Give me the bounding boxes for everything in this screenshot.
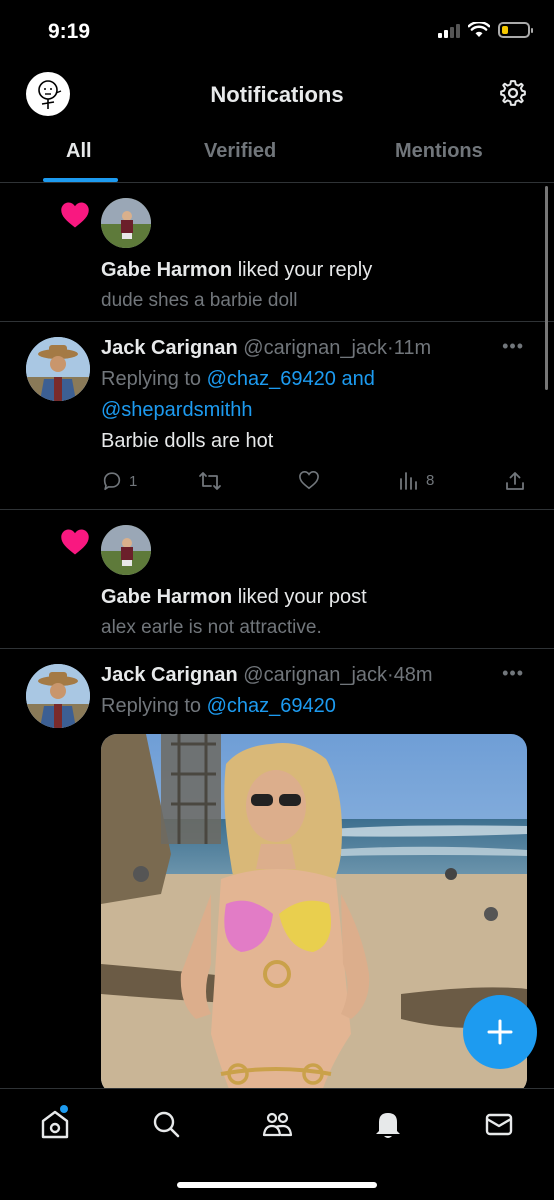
status-icons — [438, 22, 533, 38]
like-outline-icon — [299, 470, 319, 490]
view-count: 8 — [426, 471, 435, 489]
tweet-body: Barbie dolls are hot — [101, 430, 274, 452]
signal-icon — [438, 22, 460, 38]
search-icon — [153, 1111, 180, 1138]
communities-icon — [262, 1112, 293, 1137]
home-indicator — [177, 1182, 377, 1188]
reply-icon — [103, 472, 121, 491]
tweet-time: 11m — [393, 337, 432, 359]
tweet-header: Jack Carignan @carignan_jack·48m — [101, 664, 433, 686]
mention-link[interactable]: @shepardsmithh — [101, 399, 252, 421]
like-text: Gabe Harmon liked your post — [101, 586, 367, 608]
views-button[interactable]: 8 — [398, 470, 434, 490]
nav-notifications[interactable] — [371, 1107, 405, 1141]
messages-envelope-icon — [485, 1113, 513, 1136]
author-avatar[interactable] — [26, 664, 90, 728]
mention-link[interactable]: @chaz_69420 — [207, 368, 336, 390]
more-options-icon[interactable]: ••• — [502, 336, 524, 357]
reply-tweet[interactable]: Jack Carignan @carignan_jack·11m ••• Rep… — [0, 322, 554, 510]
replying-to: Replying to @chaz_69420 and @shepardsmit… — [101, 368, 375, 421]
notification-feed[interactable]: Gabe Harmon liked your reply dude shes a… — [0, 183, 554, 1088]
liked-post-snippet: alex earle is not attractive. — [101, 617, 322, 638]
active-tab-indicator — [43, 178, 118, 182]
nav-home[interactable] — [38, 1105, 72, 1141]
author-name[interactable]: Jack Carignan — [101, 337, 238, 359]
heart-icon — [61, 529, 89, 555]
tab-mentions[interactable]: Mentions — [395, 140, 483, 163]
liker-avatar[interactable] — [101, 525, 151, 575]
liker-avatar[interactable] — [101, 198, 151, 248]
liked-reply-snippet: dude shes a barbie doll — [101, 290, 298, 311]
like-notification[interactable]: Gabe Harmon liked your post alex earle i… — [0, 510, 554, 649]
settings-gear-icon[interactable] — [498, 78, 528, 108]
header: Notifications — [0, 62, 554, 126]
page-title: Notifications — [210, 82, 344, 107]
scrollbar[interactable] — [545, 186, 548, 390]
author-name[interactable]: Jack Carignan — [101, 664, 238, 686]
views-icon — [400, 472, 417, 490]
share-button[interactable] — [504, 470, 526, 492]
compose-button[interactable] — [463, 995, 537, 1069]
like-text: Gabe Harmon liked your reply — [101, 259, 373, 281]
nav-communities[interactable] — [260, 1107, 294, 1141]
like-notification[interactable]: Gabe Harmon liked your reply dude shes a… — [0, 183, 554, 322]
wifi-icon — [468, 22, 490, 37]
status-time: 9:19 — [48, 20, 91, 43]
nav-search[interactable] — [149, 1107, 183, 1141]
tweet-time: 48m — [393, 664, 433, 686]
plus-icon — [487, 1019, 513, 1045]
home-icon — [41, 1110, 69, 1139]
tweet-actions: 1 8 — [101, 470, 529, 496]
tweet-header: Jack Carignan @carignan_jack·11m — [101, 337, 432, 359]
battery-icon — [498, 22, 533, 38]
notification-dot — [60, 1105, 68, 1113]
tab-verified[interactable]: Verified — [204, 140, 276, 163]
more-options-icon[interactable]: ••• — [502, 663, 524, 684]
reply-count: 1 — [129, 472, 138, 490]
status-bar: 9:19 — [0, 0, 554, 60]
reply-button[interactable]: 1 — [101, 470, 137, 492]
tab-all[interactable]: All — [66, 140, 92, 163]
notifications-bell-icon — [376, 1113, 400, 1138]
retweet-icon — [199, 472, 221, 490]
author-avatar[interactable] — [26, 337, 90, 401]
replying-to: Replying to @chaz_69420 — [101, 695, 336, 717]
heart-icon — [61, 202, 89, 228]
notification-tabs: All Verified Mentions — [0, 126, 554, 183]
author-handle[interactable]: @carignan_jack — [243, 664, 387, 686]
share-icon — [506, 472, 524, 490]
retweet-button[interactable] — [198, 470, 222, 492]
mention-link[interactable]: @chaz_69420 — [207, 695, 336, 717]
like-button[interactable] — [298, 470, 320, 490]
nav-messages[interactable] — [482, 1107, 516, 1141]
author-handle[interactable]: @carignan_jack — [243, 337, 387, 359]
